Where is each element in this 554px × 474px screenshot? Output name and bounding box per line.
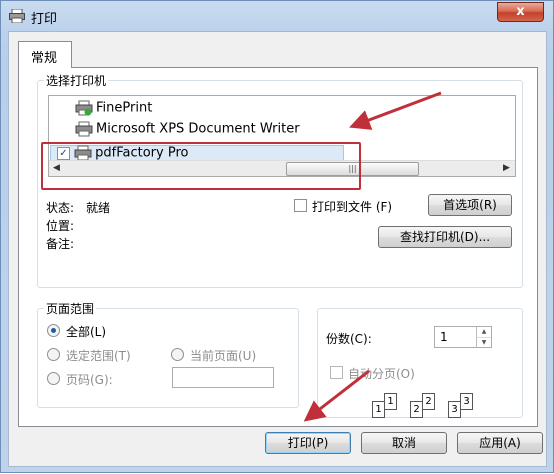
range-selection-label[interactable]: 选定范围(T) <box>66 347 131 364</box>
close-icon: x <box>516 4 525 19</box>
printer-item-xps[interactable]: Microsoft XPS Document Writer <box>75 121 300 137</box>
collate-page-icon: 3 <box>460 393 473 410</box>
copies-label: 份数(C): <box>326 332 372 346</box>
apply-button[interactable]: 应用(A) <box>457 432 543 454</box>
window-title: 打印 <box>31 12 58 27</box>
print-dialog: 打印 x 常规 选择打印机 FinePrint Microsoft XPS Do… <box>0 0 554 473</box>
collate-page-icon: 1 <box>384 393 397 410</box>
page-range-label: 页面范围 <box>44 300 97 317</box>
print-to-file-label[interactable]: 打印到文件 (F) <box>312 198 392 215</box>
dialog-body: 常规 选择打印机 FinePrint Microsoft XPS Documen… <box>8 31 547 467</box>
range-pages-radio[interactable] <box>47 372 60 385</box>
copies-group: 份数(C): 1 ▲ ▼ 自动分页(O) 1 1 2 2 3 3 <box>317 308 523 418</box>
collate-checkbox[interactable] <box>330 366 343 379</box>
collate-page-icon: 2 <box>422 393 435 410</box>
location-label: 位置: <box>46 219 75 233</box>
cancel-button[interactable]: 取消 <box>361 432 447 454</box>
annotation-highlight-box <box>41 142 361 190</box>
spinner-down-icon[interactable]: ▼ <box>476 337 491 347</box>
spinner-up-icon[interactable]: ▲ <box>476 327 491 337</box>
range-current-page-label[interactable]: 当前页面(U) <box>190 347 256 364</box>
title-bar[interactable]: 打印 x <box>1 1 553 31</box>
range-all-radio[interactable] <box>47 324 60 337</box>
printer-icon <box>75 121 93 137</box>
range-selection-radio[interactable] <box>47 348 60 361</box>
scroll-right-icon[interactable]: ▶ <box>503 163 510 173</box>
range-all-label[interactable]: 全部(L) <box>66 323 106 340</box>
print-button[interactable]: 打印(P) <box>265 432 351 454</box>
tab-general[interactable]: 常规 <box>18 41 72 68</box>
print-to-file-checkbox[interactable] <box>294 199 307 212</box>
range-current-page-radio[interactable] <box>171 348 184 361</box>
tab-panel-general: 选择打印机 FinePrint Microsoft XPS Document W… <box>18 67 538 427</box>
page-range-group: 页面范围 全部(L) 选定范围(T) 当前页面(U) 页码(G): <box>37 300 299 408</box>
printer-icon <box>75 100 93 116</box>
printer-name: Microsoft XPS Document Writer <box>96 121 300 137</box>
page-numbers-input[interactable] <box>172 367 274 388</box>
printer-icon <box>9 9 25 23</box>
range-pages-label[interactable]: 页码(G): <box>66 371 113 388</box>
select-printer-label: 选择打印机 <box>44 72 109 89</box>
find-printer-button[interactable]: 查找打印机(D)... <box>378 226 512 248</box>
printer-name: FinePrint <box>96 100 153 116</box>
close-button[interactable]: x <box>497 2 544 22</box>
status-value: 就绪 <box>86 201 111 215</box>
status-label: 状态: <box>46 201 75 215</box>
preferences-button[interactable]: 首选项(R) <box>428 194 512 216</box>
copies-spinner[interactable]: 1 ▲ ▼ <box>434 326 492 348</box>
collate-label[interactable]: 自动分页(O) <box>348 365 415 382</box>
comment-label: 备注: <box>46 237 75 251</box>
copies-value: 1 <box>440 330 448 344</box>
printer-item-fineprint[interactable]: FinePrint <box>75 100 152 116</box>
